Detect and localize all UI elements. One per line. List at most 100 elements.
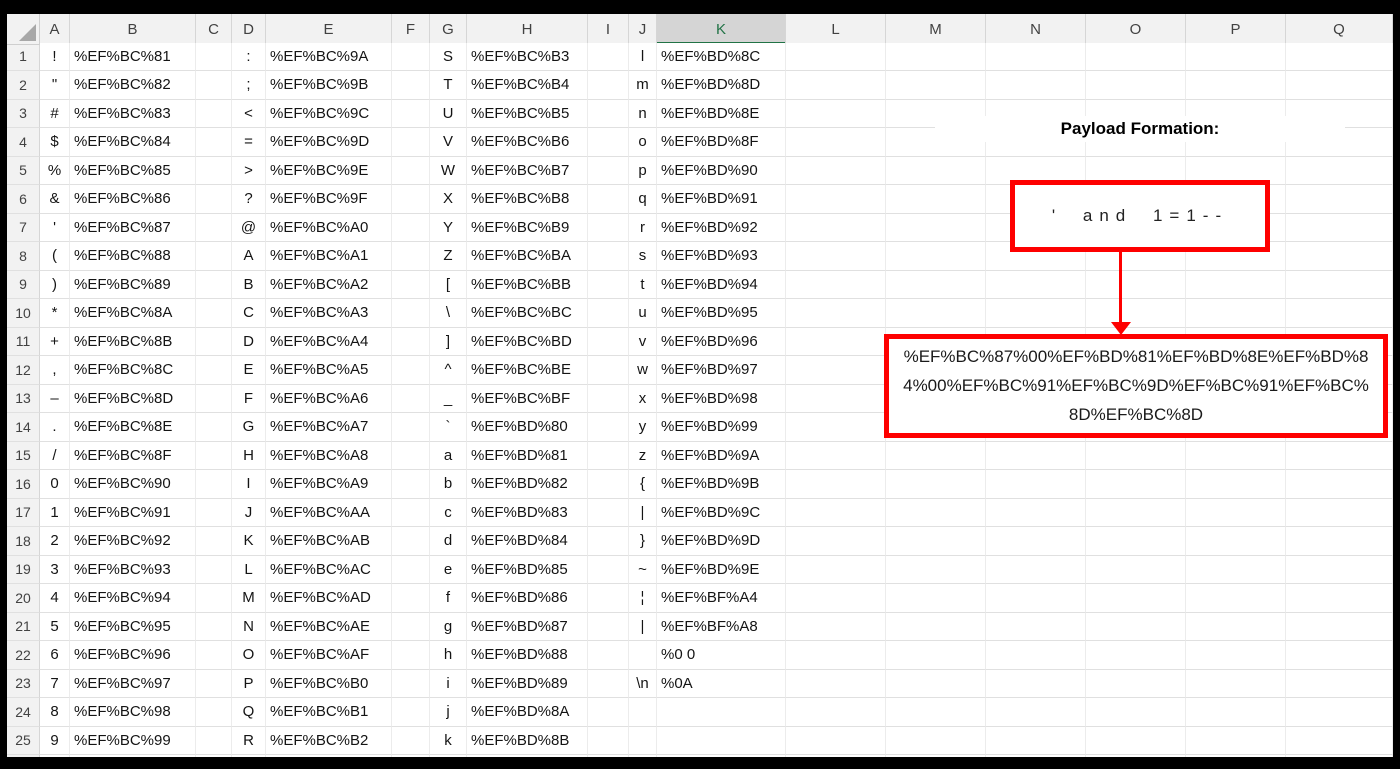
cell-P19[interactable] (1186, 555, 1286, 584)
cell-F8[interactable] (392, 242, 430, 271)
cell-D12[interactable]: E (232, 356, 266, 385)
cell-A14[interactable]: . (40, 413, 70, 442)
cell-G6[interactable]: X (430, 185, 467, 214)
row-header-11[interactable]: 11 (7, 327, 40, 356)
cell-C2[interactable] (196, 71, 232, 100)
cell-K23[interactable]: %0A (657, 669, 786, 698)
row-header-13[interactable]: 13 (7, 384, 40, 413)
cell-A17[interactable]: 1 (40, 498, 70, 527)
cell-E18[interactable]: %EF%BC%AB (266, 527, 392, 556)
cell-L7[interactable] (786, 213, 886, 242)
row-header-17[interactable]: 17 (7, 498, 40, 527)
cell-L4[interactable] (786, 128, 886, 157)
cell-D1[interactable]: : (232, 42, 266, 71)
cell-N18[interactable] (986, 527, 1086, 556)
cell-D20[interactable]: M (232, 584, 266, 613)
select-all-corner[interactable] (7, 14, 40, 45)
cell-B10[interactable]: %EF%BC%8A (70, 299, 196, 328)
column-header-N[interactable]: N (986, 14, 1086, 45)
cell-J11[interactable]: v (629, 327, 657, 356)
column-header-C[interactable]: C (196, 14, 232, 45)
cell-Q8[interactable] (1286, 242, 1393, 271)
cell-J9[interactable]: t (629, 270, 657, 299)
cell-J20[interactable]: ¦ (629, 584, 657, 613)
cell-F3[interactable] (392, 99, 430, 128)
cell-D19[interactable]: L (232, 555, 266, 584)
cell-H10[interactable]: %EF%BC%BC (467, 299, 588, 328)
cell-L21[interactable] (786, 612, 886, 641)
cell-P15[interactable] (1186, 441, 1286, 470)
cell-G8[interactable]: Z (430, 242, 467, 271)
cell-J16[interactable]: { (629, 470, 657, 499)
cell-H14[interactable]: %EF%BD%80 (467, 413, 588, 442)
column-header-H[interactable]: H (467, 14, 588, 45)
cell-F14[interactable] (392, 413, 430, 442)
cell-H9[interactable]: %EF%BC%BB (467, 270, 588, 299)
cell-P21[interactable] (1186, 612, 1286, 641)
cell-B21[interactable]: %EF%BC%95 (70, 612, 196, 641)
cell-I21[interactable] (588, 612, 629, 641)
cell-E9[interactable]: %EF%BC%A2 (266, 270, 392, 299)
cell-D16[interactable]: I (232, 470, 266, 499)
cell-D11[interactable]: D (232, 327, 266, 356)
cell-E8[interactable]: %EF%BC%A1 (266, 242, 392, 271)
cell-F26[interactable] (392, 755, 430, 757)
cell-K26[interactable] (657, 755, 786, 757)
cell-A7[interactable]: ' (40, 213, 70, 242)
row-header-19[interactable]: 19 (7, 555, 40, 584)
cell-L19[interactable] (786, 555, 886, 584)
cell-D15[interactable]: H (232, 441, 266, 470)
cell-G21[interactable]: g (430, 612, 467, 641)
cell-A10[interactable]: * (40, 299, 70, 328)
row-header-26[interactable] (7, 755, 40, 757)
cell-C3[interactable] (196, 99, 232, 128)
cell-H15[interactable]: %EF%BD%81 (467, 441, 588, 470)
cell-N25[interactable] (986, 726, 1086, 755)
cell-O20[interactable] (1086, 584, 1186, 613)
cell-B4[interactable]: %EF%BC%84 (70, 128, 196, 157)
cell-C10[interactable] (196, 299, 232, 328)
cell-J6[interactable]: q (629, 185, 657, 214)
cell-Q19[interactable] (1286, 555, 1393, 584)
cell-K18[interactable]: %EF%BD%9D (657, 527, 786, 556)
cell-O25[interactable] (1086, 726, 1186, 755)
cell-M15[interactable] (886, 441, 986, 470)
cell-P17[interactable] (1186, 498, 1286, 527)
cell-K1[interactable]: %EF%BD%8C (657, 42, 786, 71)
cell-B3[interactable]: %EF%BC%83 (70, 99, 196, 128)
cell-C1[interactable] (196, 42, 232, 71)
cell-L23[interactable] (786, 669, 886, 698)
cell-L8[interactable] (786, 242, 886, 271)
cell-H5[interactable]: %EF%BC%B7 (467, 156, 588, 185)
cell-N26[interactable] (986, 755, 1086, 757)
cell-E15[interactable]: %EF%BC%A8 (266, 441, 392, 470)
cell-J4[interactable]: o (629, 128, 657, 157)
cell-K2[interactable]: %EF%BD%8D (657, 71, 786, 100)
cell-C8[interactable] (196, 242, 232, 271)
cell-I22[interactable] (588, 641, 629, 670)
cell-G16[interactable]: b (430, 470, 467, 499)
cell-I13[interactable] (588, 384, 629, 413)
cell-J13[interactable]: x (629, 384, 657, 413)
cell-D2[interactable]: ; (232, 71, 266, 100)
cell-N2[interactable] (986, 71, 1086, 100)
cell-A16[interactable]: 0 (40, 470, 70, 499)
cell-H4[interactable]: %EF%BC%B6 (467, 128, 588, 157)
cell-D21[interactable]: N (232, 612, 266, 641)
cell-C25[interactable] (196, 726, 232, 755)
cell-N21[interactable] (986, 612, 1086, 641)
cell-M18[interactable] (886, 527, 986, 556)
cell-P25[interactable] (1186, 726, 1286, 755)
cell-K9[interactable]: %EF%BD%94 (657, 270, 786, 299)
cell-J7[interactable]: r (629, 213, 657, 242)
cell-C12[interactable] (196, 356, 232, 385)
cell-Q22[interactable] (1286, 641, 1393, 670)
cell-A20[interactable]: 4 (40, 584, 70, 613)
cell-O26[interactable] (1086, 755, 1186, 757)
row-header-8[interactable]: 8 (7, 242, 40, 271)
cell-P20[interactable] (1186, 584, 1286, 613)
cell-F7[interactable] (392, 213, 430, 242)
cell-B25[interactable]: %EF%BC%99 (70, 726, 196, 755)
cell-D9[interactable]: B (232, 270, 266, 299)
cell-C5[interactable] (196, 156, 232, 185)
